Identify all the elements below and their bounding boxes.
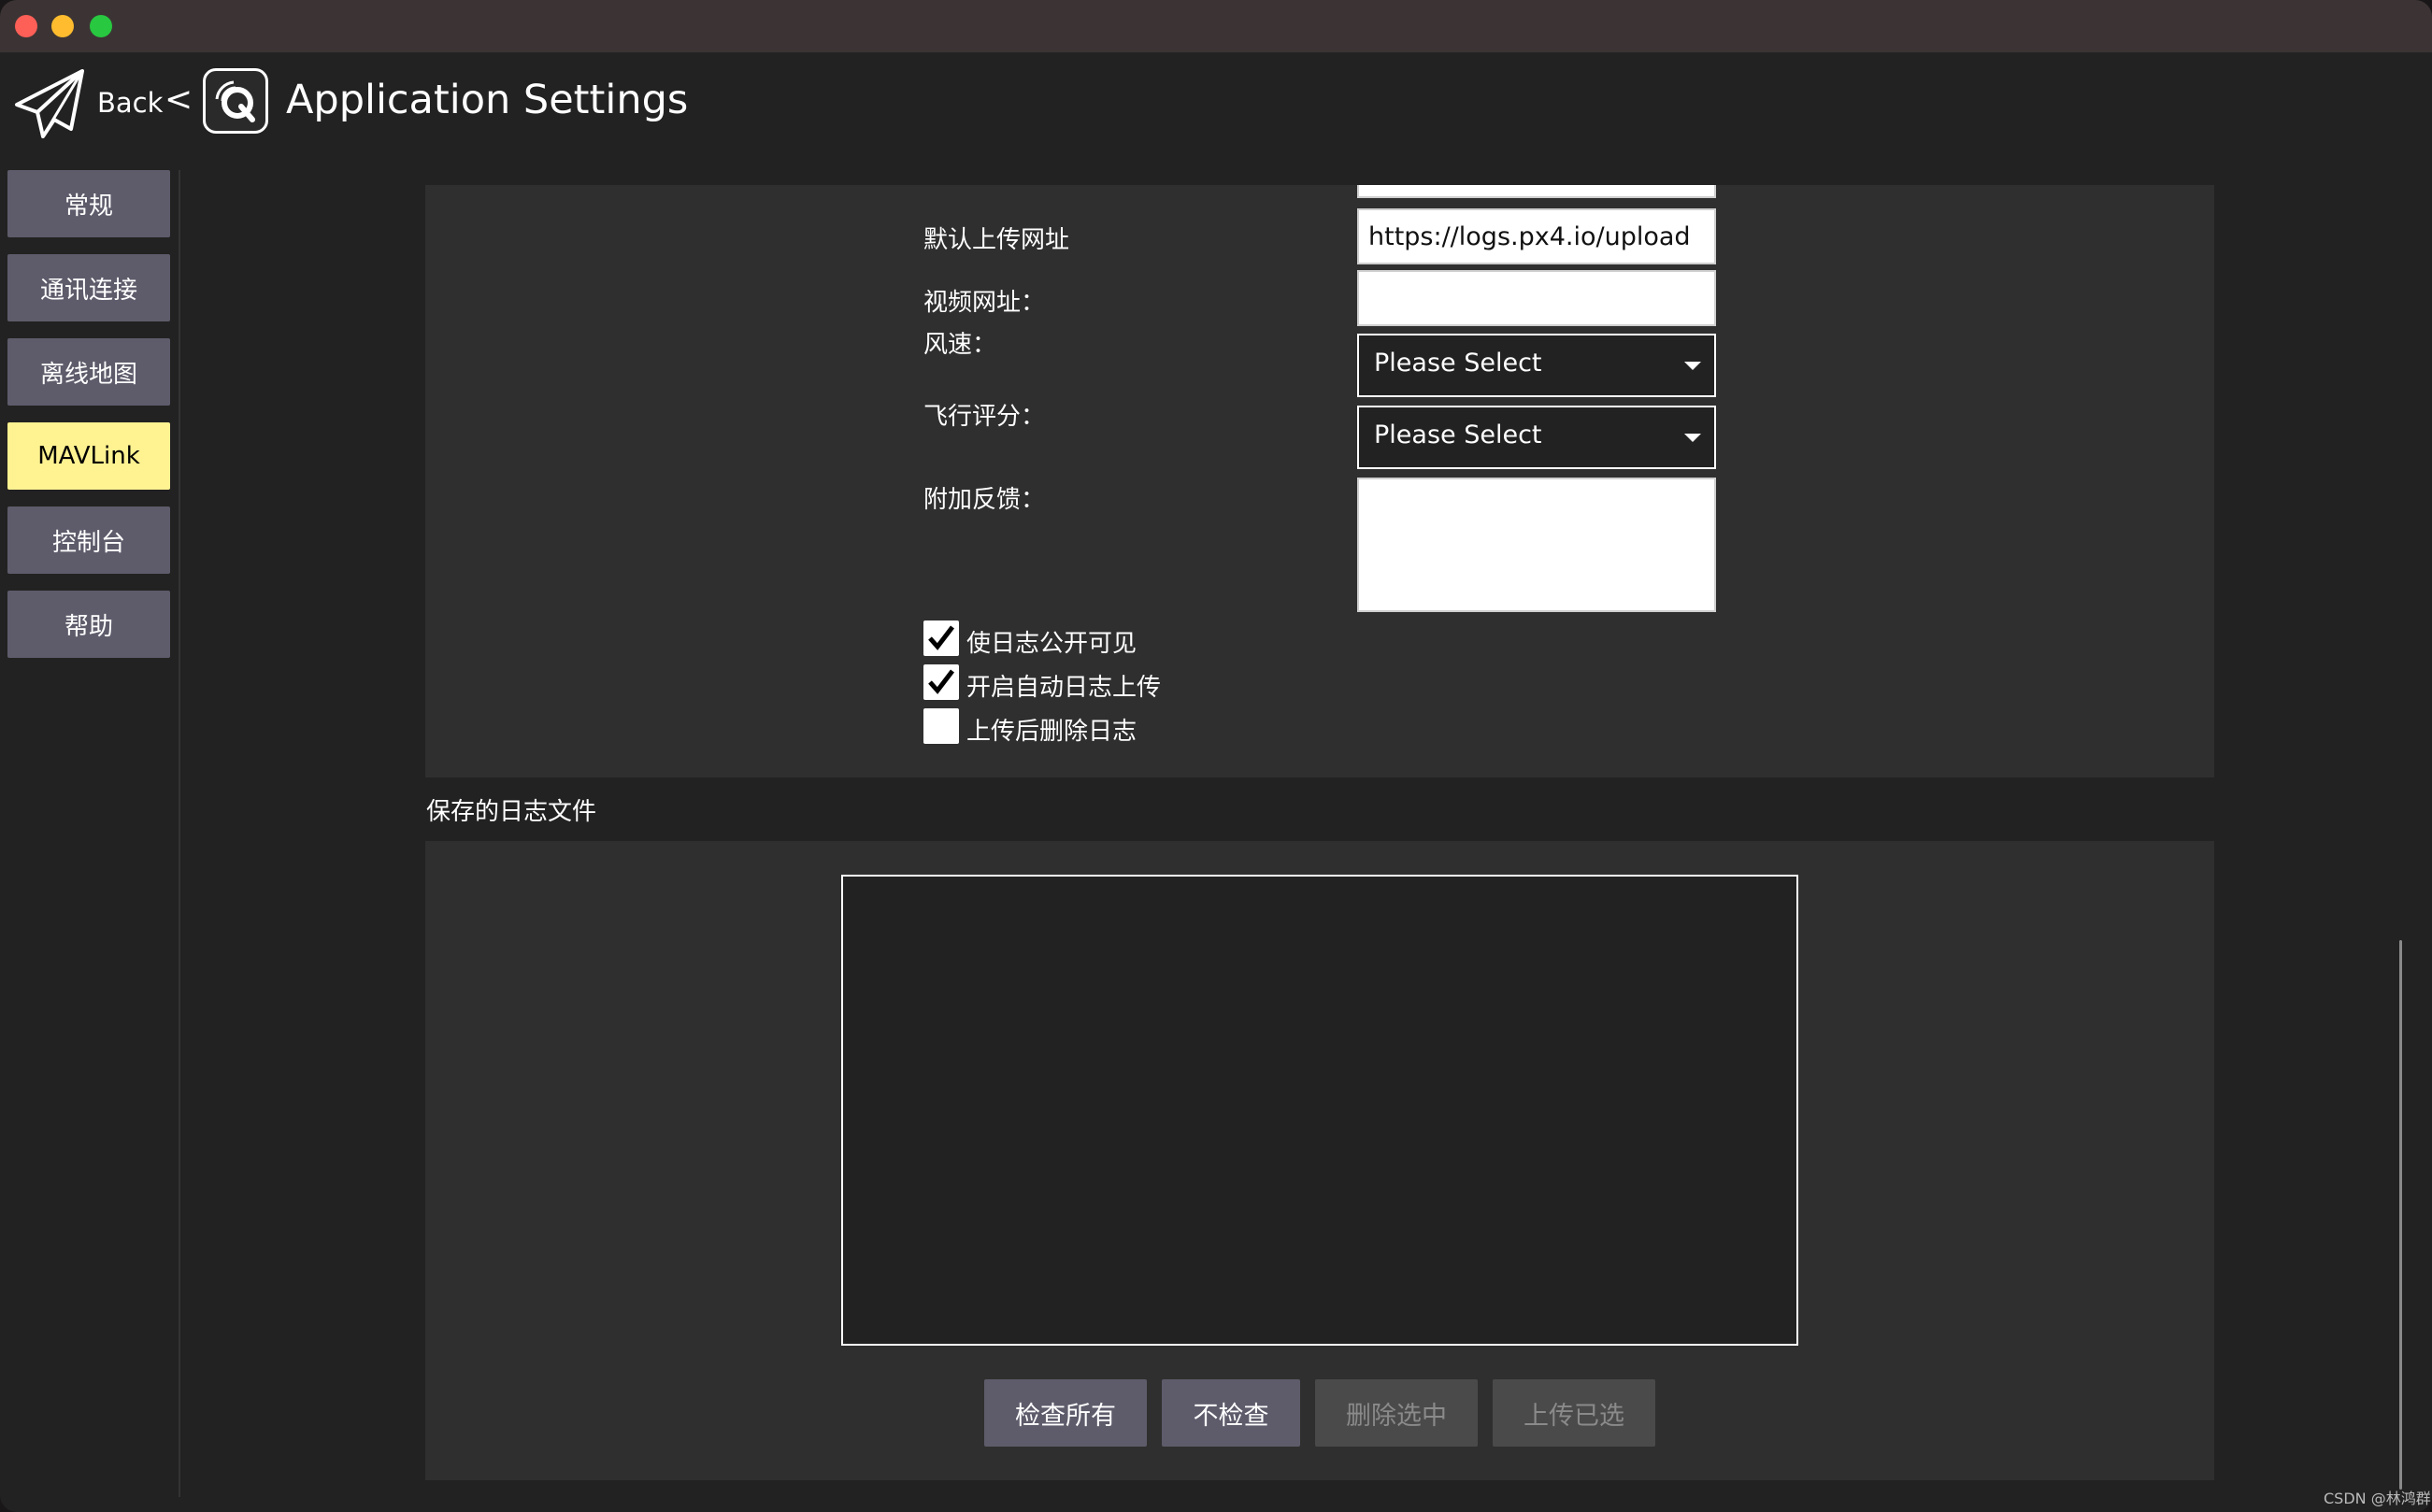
- close-window-button[interactable]: [15, 15, 37, 37]
- paper-plane-icon[interactable]: [13, 67, 86, 140]
- delete-after-upload-checkbox[interactable]: [923, 708, 959, 744]
- settings-sidebar: 常规 通讯连接 离线地图 MAVLink 控制台 帮助: [0, 155, 183, 1501]
- page-title: Application Settings: [286, 77, 689, 123]
- public-log-checkbox[interactable]: [923, 620, 959, 656]
- title-bar: [0, 0, 2432, 52]
- auto-upload-checkbox[interactable]: [923, 664, 959, 700]
- minimize-window-button[interactable]: [51, 15, 74, 37]
- check-all-button[interactable]: 检查所有: [984, 1379, 1147, 1447]
- saved-logs-title: 保存的日志文件: [426, 798, 597, 826]
- chevron-down-icon: [1684, 434, 1701, 442]
- qgc-logo-icon: [203, 68, 268, 134]
- sidebar-item-offline-maps[interactable]: 离线地图: [7, 338, 170, 406]
- app-header: Back < Application Settings: [0, 52, 2432, 155]
- checkmark-icon: [928, 625, 954, 650]
- sidebar-item-comm-links[interactable]: 通讯连接: [7, 254, 170, 321]
- sidebar-item-help[interactable]: 帮助: [7, 591, 170, 658]
- watermark-text: CSDN @林鸿群: [2324, 1490, 2431, 1507]
- sidebar-divider: [179, 170, 180, 1497]
- flight-rating-value: Please Select: [1374, 421, 1542, 449]
- upload-url-input[interactable]: [1357, 208, 1716, 264]
- video-url-label: 视频网址：: [923, 289, 1046, 317]
- vertical-scrollbar[interactable]: [2399, 940, 2402, 1490]
- log-upload-panel: [425, 185, 2214, 777]
- chevron-down-icon: [1684, 362, 1701, 370]
- sidebar-item-console[interactable]: 控制台: [7, 506, 170, 574]
- log-file-list[interactable]: [841, 875, 1798, 1346]
- email-field-partial[interactable]: [1357, 185, 1716, 198]
- checkmark-icon: [928, 669, 954, 694]
- flight-rating-label: 飞行评分：: [923, 403, 1046, 431]
- flight-rating-select[interactable]: Please Select: [1357, 406, 1716, 469]
- delete-selected-button[interactable]: 删除选中: [1315, 1379, 1478, 1447]
- auto-upload-label: 开启自动日志上传: [966, 674, 1162, 702]
- wind-speed-label: 风速：: [923, 331, 997, 359]
- back-button[interactable]: Back: [97, 87, 163, 119]
- sidebar-item-general[interactable]: 常规: [7, 170, 170, 237]
- public-log-label: 使日志公开可见: [966, 630, 1137, 658]
- feedback-textarea[interactable]: [1357, 478, 1716, 612]
- back-chevron-icon[interactable]: <: [165, 80, 193, 119]
- zoom-window-button[interactable]: [90, 15, 112, 37]
- upload-url-label: 默认上传网址: [923, 226, 1070, 254]
- sidebar-item-mavlink[interactable]: MAVLink: [7, 422, 170, 490]
- video-url-input[interactable]: [1357, 270, 1716, 326]
- feedback-label: 附加反馈：: [923, 486, 1046, 514]
- wind-speed-select[interactable]: Please Select: [1357, 334, 1716, 397]
- app-window: Back < Application Settings 常规 通讯连接 离线地图…: [0, 0, 2432, 1512]
- delete-after-upload-label: 上传后删除日志: [966, 718, 1137, 746]
- upload-selected-button[interactable]: 上传已选: [1493, 1379, 1655, 1447]
- wind-speed-value: Please Select: [1374, 349, 1542, 378]
- uncheck-button[interactable]: 不检查: [1162, 1379, 1300, 1447]
